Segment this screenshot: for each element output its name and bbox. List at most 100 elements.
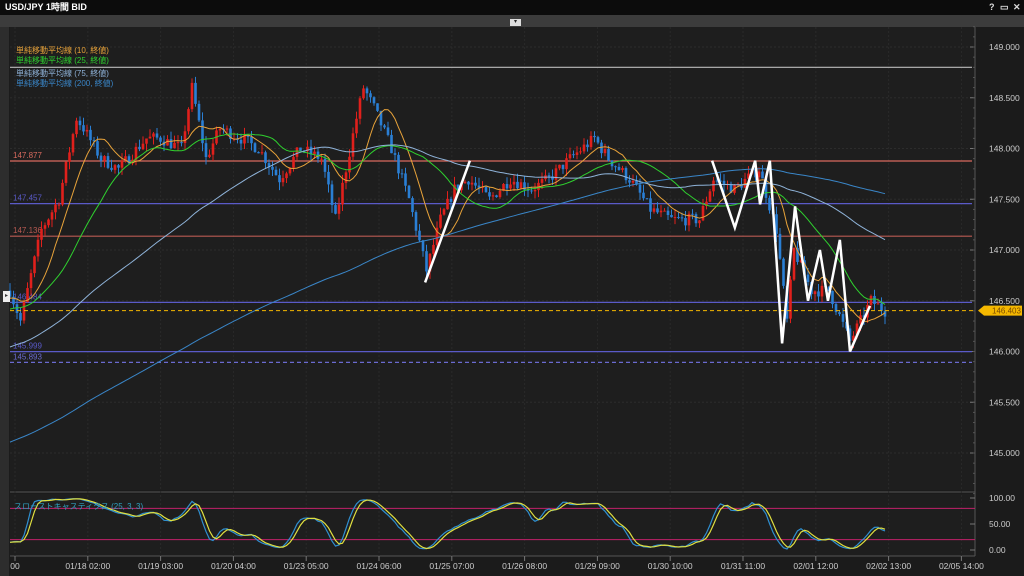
- candle: [226, 128, 229, 129]
- horizontal-line-label: 147.457: [13, 194, 42, 203]
- candle: [534, 190, 537, 191]
- candle: [89, 130, 92, 140]
- candle: [425, 251, 428, 271]
- price-tick-label: 147.000: [989, 245, 1020, 255]
- legend-sma10: 単純移動平均線 (10, 終値): [16, 46, 109, 55]
- candle: [464, 182, 467, 184]
- candle: [418, 231, 421, 241]
- candle: [870, 296, 873, 305]
- candle: [275, 170, 278, 175]
- candle: [698, 220, 701, 223]
- candle: [110, 168, 113, 170]
- candle: [443, 209, 446, 214]
- candle: [663, 211, 666, 212]
- horizontal-line-label: 147.877: [13, 151, 42, 160]
- candle: [352, 133, 355, 156]
- candle: [656, 208, 659, 212]
- horizontal-line-label: 145.999: [13, 342, 42, 351]
- candle: [618, 167, 621, 170]
- candle: [467, 182, 470, 185]
- candle: [488, 192, 491, 196]
- candle: [646, 198, 649, 199]
- price-tick-label: 148.000: [989, 144, 1020, 154]
- price-chart[interactable]: 149.000148.500148.000147.500147.000146.5…: [0, 0, 1024, 576]
- candle: [383, 125, 386, 127]
- candle: [474, 183, 477, 186]
- candle: [152, 133, 155, 136]
- candle: [86, 130, 89, 132]
- candle: [331, 184, 334, 205]
- candle: [159, 138, 162, 142]
- candle: [369, 93, 372, 97]
- candle: [768, 198, 771, 211]
- candle: [82, 125, 85, 131]
- candle: [621, 168, 624, 170]
- candle: [432, 245, 435, 254]
- candle: [660, 211, 663, 213]
- candle: [75, 121, 78, 134]
- candle: [191, 83, 194, 109]
- candle: [782, 259, 785, 286]
- candle: [506, 184, 509, 188]
- candle: [107, 156, 110, 168]
- candle: [362, 88, 365, 98]
- candle: [33, 256, 36, 273]
- candle: [817, 291, 820, 296]
- candle: [702, 206, 705, 220]
- candle: [576, 152, 579, 155]
- candle: [355, 119, 358, 134]
- candle: [446, 199, 449, 209]
- candle: [674, 217, 677, 218]
- candle: [565, 158, 568, 169]
- candle: [387, 127, 390, 135]
- candle: [838, 312, 841, 314]
- candle: [614, 166, 617, 167]
- legend-sma25: 単純移動平均線 (25, 終値): [16, 56, 109, 65]
- candle: [408, 186, 411, 198]
- expand-panel-handle[interactable]: ▸: [3, 291, 10, 302]
- candle: [530, 190, 533, 191]
- candle: [376, 103, 379, 111]
- candle: [684, 218, 687, 225]
- candle: [499, 191, 502, 197]
- candle: [296, 148, 299, 157]
- candle: [597, 137, 600, 142]
- candle: [880, 303, 883, 310]
- candle: [198, 104, 201, 120]
- price-tick-label: 145.000: [989, 448, 1020, 458]
- candle: [51, 212, 54, 219]
- candle: [681, 217, 684, 218]
- candle: [495, 195, 498, 197]
- candle: [149, 137, 152, 139]
- candle: [642, 193, 645, 199]
- candle: [558, 165, 561, 169]
- candle: [173, 143, 176, 148]
- candle: [142, 144, 145, 149]
- candle: [583, 145, 586, 152]
- candle: [47, 220, 50, 226]
- candle: [579, 151, 582, 152]
- candle: [79, 121, 82, 125]
- candle: [257, 152, 260, 153]
- candle: [37, 240, 40, 257]
- candle: [345, 172, 348, 182]
- candle: [653, 208, 656, 211]
- price-tick-label: 149.000: [989, 42, 1020, 52]
- candle: [156, 133, 159, 137]
- candle: [16, 304, 19, 313]
- current-price-label: 146.403: [992, 307, 1021, 316]
- candle: [30, 273, 33, 288]
- candle: [821, 286, 824, 297]
- stochastic-label: スローストキャスティクス (25, 3, 3): [14, 502, 143, 511]
- time-tick-label: 01/18 02:00: [65, 561, 110, 571]
- candle: [628, 180, 631, 182]
- candle: [68, 152, 71, 161]
- candle: [180, 142, 183, 143]
- price-tick-label: 147.500: [989, 194, 1020, 204]
- candle: [212, 143, 215, 154]
- candle: [208, 155, 211, 157]
- stochastic-tick-label: 0.00: [989, 545, 1006, 555]
- candle: [187, 109, 190, 131]
- candle: [299, 148, 302, 151]
- candle: [19, 313, 22, 321]
